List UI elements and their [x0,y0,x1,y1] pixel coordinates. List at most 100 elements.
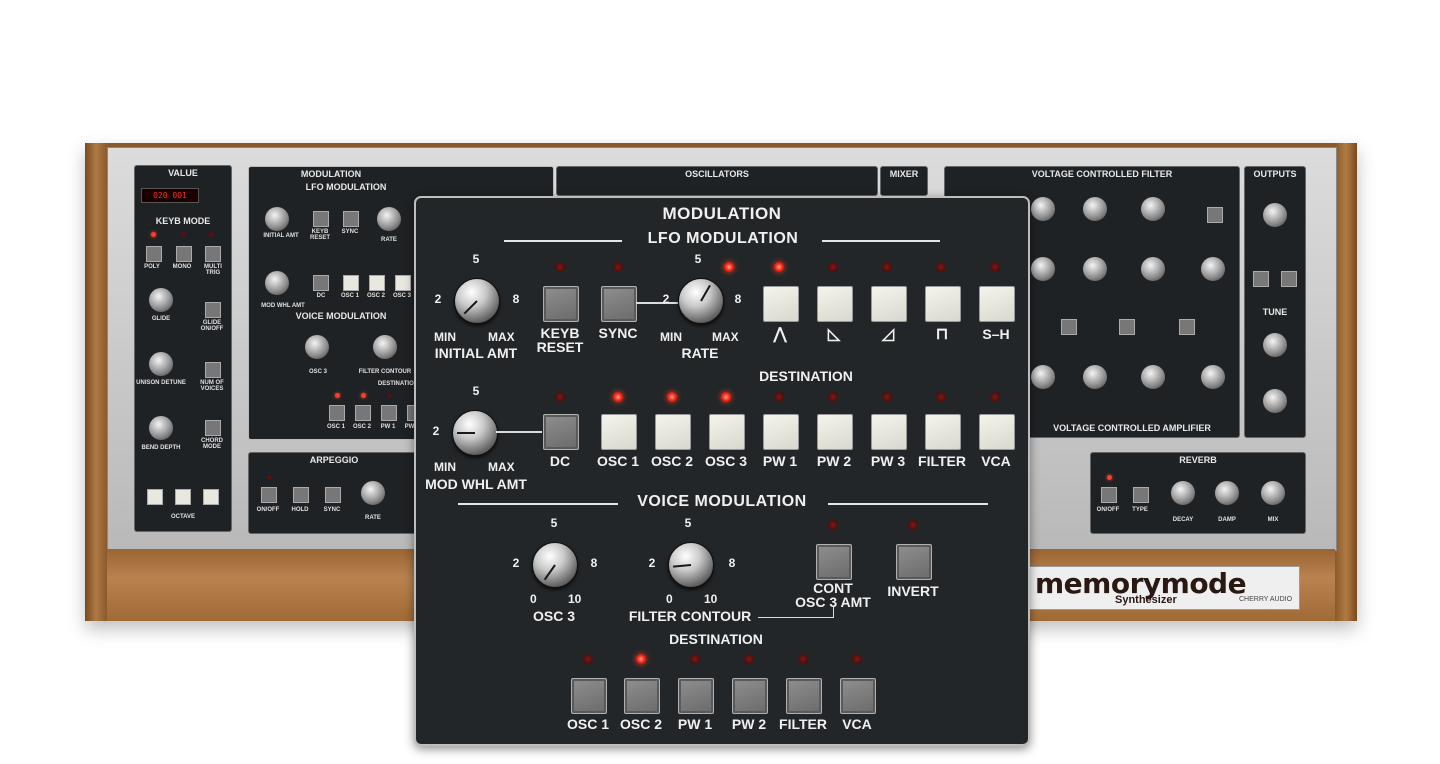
arpeggio-title: ARPEGGIO [309,455,359,465]
wave-triangle-icon: ⋀ [773,326,787,343]
mod-whl-amt-knob[interactable] [452,410,498,456]
octave-up-button[interactable] [203,489,219,505]
dest-pw1-button[interactable] [763,414,799,450]
poly-button[interactable] [146,246,162,262]
octave-zero-button[interactable] [175,489,191,505]
dest-osc2-button[interactable] [655,414,691,450]
multi-trig-button[interactable] [205,246,221,262]
initial-amt-knob[interactable] [454,278,500,324]
drift-knob[interactable] [1263,389,1287,413]
osc3-mod-knob[interactable] [532,542,578,588]
vcf-sustain-knob[interactable] [1083,257,1107,281]
unconditional-contour-button[interactable] [1061,319,1077,335]
voice-dest-osc2-button[interactable] [624,678,660,714]
voice-dest-pw2-button[interactable] [732,678,768,714]
dest-pw3-button[interactable] [871,414,907,450]
mini-mod-whl-knob[interactable] [265,271,289,295]
mini-voice-osc1-button[interactable] [329,405,345,421]
keyboard-follow-button[interactable] [1119,319,1135,335]
reverb-damp-knob[interactable] [1215,481,1239,505]
mini-keyb-reset-button[interactable] [313,211,329,227]
dest-pw2-button[interactable] [817,414,853,450]
wave-triangle-button[interactable] [763,286,799,322]
master-tune-knob[interactable] [1263,333,1287,357]
poly-led [151,232,156,237]
mini-osc3-knob[interactable] [305,335,329,359]
mini-dc-button[interactable] [313,275,329,291]
reverb-decay-knob[interactable] [1171,481,1195,505]
rate-knob[interactable] [678,278,724,324]
filter-contour-knob[interactable] [668,542,714,588]
mini-osc1-button[interactable] [343,275,359,291]
mini-osc3-button[interactable] [395,275,411,291]
mini-osc2-button[interactable] [369,275,385,291]
vcf-velocity-knob[interactable] [1201,257,1225,281]
glide-on-button[interactable] [205,302,221,318]
value-keyb-panel: VALUE 020 001 KEYB MODE POLY MONO MULTI … [134,165,232,532]
vcf-decay-knob[interactable] [1031,257,1055,281]
dest-osc1-button[interactable] [601,414,637,450]
voice-dest-osc1-button[interactable] [571,678,607,714]
mini-initial-amt-knob[interactable] [265,207,289,231]
rate-label: RATE [681,345,719,361]
keyb-reset-button[interactable] [543,286,579,322]
mono-out-button[interactable] [1281,271,1297,287]
mini-osc3-label: OSC 3 [392,293,411,299]
vcf-slope-button[interactable] [1207,207,1223,223]
vca-sustain-knob[interactable] [1083,365,1107,389]
reverb-on-button[interactable] [1101,487,1117,503]
glide-knob[interactable] [149,288,173,312]
dest-filter-button[interactable] [925,414,961,450]
wave-ramp-up-button[interactable] [871,286,907,322]
vca-velocity-knob[interactable] [1201,365,1225,389]
vca-release-knob[interactable] [1141,365,1165,389]
arp-on-button[interactable] [261,487,277,503]
master-volume-knob[interactable] [1263,203,1287,227]
dest-vca-button[interactable] [979,414,1015,450]
voice-dest-pw1-button[interactable] [678,678,714,714]
osc3-knob-tick-2: 2 [512,556,520,570]
dest-dc-button[interactable] [543,414,579,450]
voice-dest-vca-button[interactable] [840,678,876,714]
glide-label: GLIDE [151,316,171,322]
octave-down-button[interactable] [147,489,163,505]
chord-mode-button[interactable] [205,420,221,436]
mono-button[interactable] [176,246,192,262]
sync-button[interactable] [601,286,637,322]
dest-osc3-button[interactable] [709,414,745,450]
reverb-type-button[interactable] [1133,487,1149,503]
cont-osc3-amt-button[interactable] [816,544,852,580]
reverb-mix-knob[interactable] [1261,481,1285,505]
release-button[interactable] [1179,319,1195,335]
arp-rate-label: RATE [365,515,381,521]
wave-ramp-down-button[interactable] [817,286,853,322]
reverb-decay-label: DECAY [1172,517,1194,523]
vcf-knob-2[interactable] [1083,197,1107,221]
bend-depth-knob[interactable] [149,416,173,440]
vcf-release-knob[interactable] [1141,257,1165,281]
num-voices-button[interactable] [205,362,221,378]
voice-dest-osc2-led [636,654,646,664]
arp-hold-button[interactable] [293,487,309,503]
vcf-knob-1[interactable] [1031,197,1055,221]
mini-modulation-title: MODULATION [300,169,362,179]
mini-voice-osc2-button[interactable] [355,405,371,421]
mod-whl-tick-2: 2 [432,424,440,438]
mono-led [181,232,186,237]
mini-voice-pw1-button[interactable] [381,405,397,421]
vca-decay-knob[interactable] [1031,365,1055,389]
voice-dest-osc2-label: OSC 2 [619,716,662,732]
wave-square-button[interactable] [925,286,961,322]
mixer-panel: MIXER [880,166,928,196]
mini-filter-contour-knob[interactable] [373,335,397,359]
mini-rate-knob[interactable] [377,207,401,231]
unison-detune-knob[interactable] [149,352,173,376]
limit-button[interactable] [1253,271,1269,287]
voice-dest-filter-button[interactable] [786,678,822,714]
mini-sync-button[interactable] [343,211,359,227]
wave-sh-button[interactable] [979,286,1015,322]
invert-button[interactable] [896,544,932,580]
arp-rate-knob[interactable] [361,481,385,505]
vcf-knob-3[interactable] [1141,197,1165,221]
arp-sync-button[interactable] [325,487,341,503]
